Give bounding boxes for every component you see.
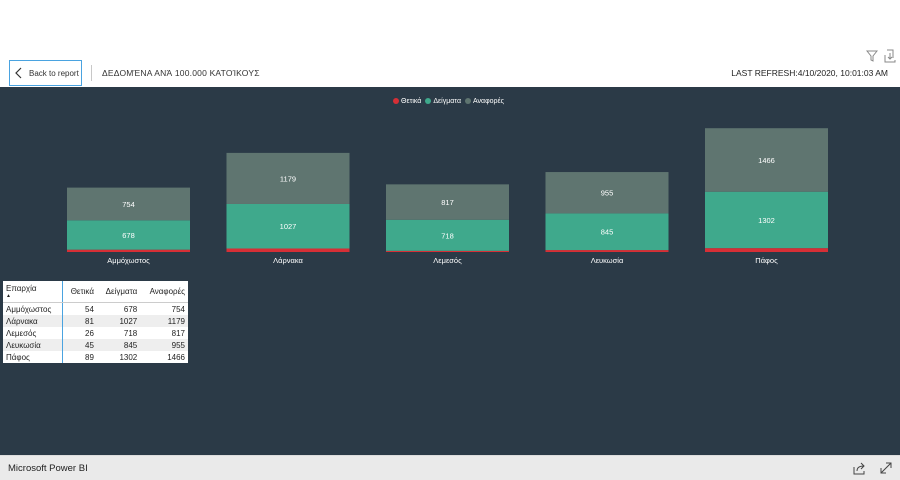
data-label: 845 <box>601 228 614 237</box>
filter-icon[interactable] <box>866 50 878 62</box>
x-axis-category-label: Αμμόχωστος <box>107 256 150 265</box>
table-cell: Λάρνακα <box>3 315 64 327</box>
table-cell: 955 <box>140 339 188 351</box>
table-cell: Πάφος <box>3 351 64 363</box>
footer-brand-label: Microsoft Power BI <box>8 463 88 474</box>
column-header-reports[interactable]: Αναφορές <box>140 281 188 303</box>
column-header-samples[interactable]: Δείγματα <box>96 281 141 303</box>
data-label: 754 <box>122 200 135 209</box>
footer-bar: Microsoft Power BI <box>0 455 900 480</box>
table-cell: 89 <box>85 352 94 362</box>
table-cell: 845 <box>96 339 141 351</box>
table-cell: 754 <box>171 304 185 314</box>
back-button-label: Back to report <box>29 69 79 78</box>
data-label: 1466 <box>758 156 775 165</box>
table-header-row: Επαρχία ▲ Θετικά Δείγματα Αναφορές <box>3 281 188 303</box>
table-row: Αμμόχωστος 54 678 754 <box>3 302 188 315</box>
bar-segment-positive[interactable] <box>545 250 669 252</box>
table-row: Λάρνακα 81 1027 1179 <box>3 315 188 327</box>
x-axis-category-label: Λεμεσός <box>433 256 462 265</box>
column-header-province[interactable]: Επαρχία ▲ <box>3 281 64 303</box>
table-cell: Αμμόχωστος <box>3 302 64 315</box>
table-row: Λεμεσός 26 718 817 <box>3 327 188 339</box>
data-table: Επαρχία ▲ Θετικά Δείγματα Αναφορές Αμμόχ… <box>3 281 188 363</box>
chevron-left-icon <box>15 67 22 79</box>
x-axis-category-label: Λάρνακα <box>273 256 303 265</box>
x-axis-category-label: Λευκωσία <box>591 256 624 265</box>
data-label: 1302 <box>758 216 775 225</box>
sort-ascending-icon: ▲ <box>6 293 11 299</box>
stacked-bar-chart: 678 754 Αμμόχωστος 1027 1179 Λάρνακα 718 817 Λεμ… <box>67 128 828 265</box>
back-to-report-button[interactable]: Back to report <box>9 60 82 86</box>
report-canvas: Θετικά Δείγματα Αναφορές 678 754 Αμμόχωστο… <box>0 87 900 455</box>
top-bar: Back to report ΔΕΔΟΜΈΝΑ ΑΝΆ 100.000 ΚΑΤΟ… <box>0 0 900 87</box>
share-icon[interactable] <box>853 462 866 475</box>
bar-segment-positive[interactable] <box>705 248 828 252</box>
column-header-province-label: Επαρχία <box>6 284 37 293</box>
bar-segment-positive[interactable] <box>386 250 509 252</box>
data-label: 718 <box>441 231 454 240</box>
data-label: 678 <box>122 231 135 240</box>
last-refresh-text: LAST REFRESH:4/10/2020, 10:01:03 AM <box>731 68 888 78</box>
table-cell: 1302 <box>119 352 138 362</box>
expand-icon[interactable] <box>880 462 892 474</box>
table-row: Λευκωσία 45 845 955 <box>3 339 188 351</box>
column-header-positive[interactable]: Θετικά <box>62 281 97 303</box>
table-cell: 678 <box>123 304 138 314</box>
bar-segment-positive[interactable] <box>226 248 350 252</box>
table-cell: 817 <box>171 328 185 338</box>
table-row: Πάφος 89 1302 1466 <box>3 351 188 363</box>
table-cell: 81 <box>62 315 97 327</box>
table-cell: 45 <box>62 339 97 351</box>
header-divider <box>91 65 92 81</box>
table-cell: 26 <box>85 328 94 338</box>
x-axis-category-label: Πάφος <box>755 256 778 265</box>
table-cell: 1179 <box>140 315 188 327</box>
export-icon[interactable] <box>884 49 896 63</box>
data-label: 817 <box>441 198 454 207</box>
table-cell: 54 <box>85 304 94 314</box>
data-label: 955 <box>601 189 614 198</box>
bar-segment-positive[interactable] <box>67 249 190 252</box>
page-title: ΔΕΔΟΜΈΝΑ ΑΝΆ 100.000 ΚΑΤΟΊΚΟΥΣ <box>102 68 260 78</box>
table-cell: Λεμεσός <box>3 327 64 339</box>
data-label: 1179 <box>280 174 296 183</box>
table-cell: 1466 <box>167 352 185 362</box>
data-label: 1027 <box>280 222 297 231</box>
table-cell: 1027 <box>96 315 141 327</box>
table-cell: Λευκωσία <box>3 339 64 351</box>
table-cell: 718 <box>123 328 138 338</box>
